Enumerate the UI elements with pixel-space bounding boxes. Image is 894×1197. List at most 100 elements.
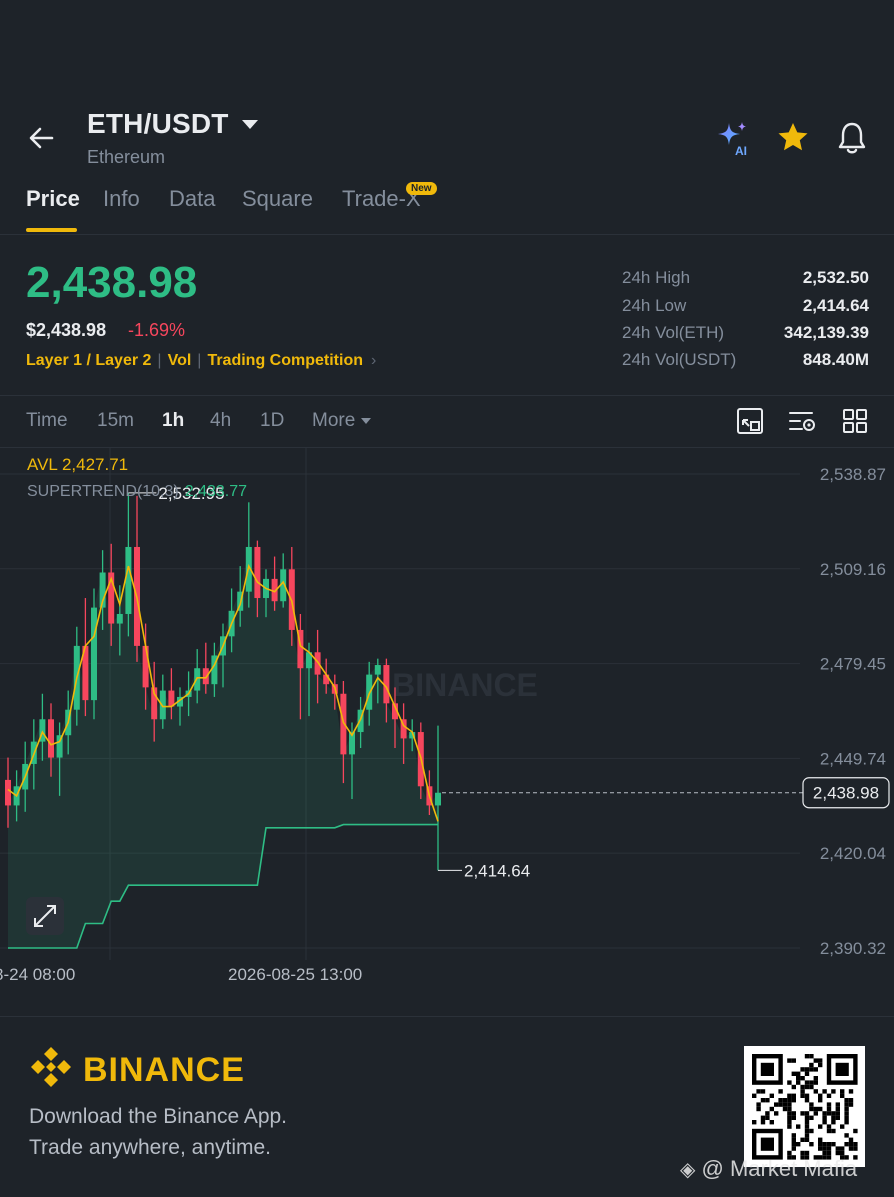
last-price-tag-text: 2,438.98 bbox=[813, 784, 879, 803]
qr-module bbox=[791, 1084, 796, 1090]
qr-module bbox=[796, 1080, 801, 1085]
qr-module bbox=[774, 1111, 779, 1116]
supertrend-value: 2,433.77 bbox=[185, 483, 247, 500]
pair-name: Ethereum bbox=[87, 147, 166, 167]
qr-module bbox=[813, 1076, 818, 1081]
qr-module bbox=[796, 1071, 801, 1076]
candle-body bbox=[159, 690, 166, 720]
qr-module bbox=[848, 1137, 854, 1142]
qr-module bbox=[787, 1115, 792, 1120]
divider bbox=[0, 395, 894, 396]
qr-module bbox=[800, 1076, 805, 1081]
qr-module bbox=[844, 1098, 849, 1103]
interval-1d[interactable]: 1D bbox=[260, 410, 284, 432]
qr-module bbox=[818, 1137, 823, 1142]
qr-module bbox=[800, 1150, 805, 1156]
chart-expand-button[interactable] bbox=[735, 406, 765, 436]
qr-module bbox=[791, 1137, 796, 1142]
qr-module bbox=[809, 1054, 814, 1059]
qr-module bbox=[804, 1067, 810, 1072]
qr-module bbox=[848, 1089, 854, 1094]
y-tick-label: 2,509.16 bbox=[820, 560, 886, 579]
qr-module bbox=[804, 1084, 810, 1090]
divider bbox=[0, 234, 894, 235]
qr-module bbox=[809, 1115, 814, 1120]
tab-info[interactable]: Info bbox=[103, 186, 140, 212]
supertrend-indicator-label: SUPERTREND(10,3) 2,433.77 bbox=[27, 483, 247, 500]
qr-module bbox=[818, 1146, 823, 1151]
qr-module bbox=[782, 1106, 788, 1112]
tag-vol[interactable]: Vol bbox=[168, 352, 192, 369]
chevron-down-icon[interactable] bbox=[242, 120, 258, 129]
qr-module bbox=[804, 1098, 810, 1103]
qr-module bbox=[844, 1102, 849, 1107]
qr-module bbox=[835, 1111, 840, 1116]
qr-module bbox=[809, 1084, 814, 1090]
chart-settings-button[interactable] bbox=[788, 406, 818, 436]
qr-module bbox=[818, 1058, 823, 1063]
qr-module bbox=[756, 1102, 761, 1107]
price-alert-button[interactable] bbox=[834, 120, 870, 156]
qr-module bbox=[853, 1146, 858, 1151]
interval-more[interactable]: More bbox=[312, 410, 372, 432]
price-chart[interactable]: 2,538.87 2,509.16 2,479.45 2,449.74 2,420.04… bbox=[0, 448, 894, 1016]
qr-module bbox=[809, 1102, 814, 1107]
back-button[interactable] bbox=[24, 120, 60, 156]
candle-body bbox=[340, 693, 347, 755]
tab-data[interactable]: Data bbox=[169, 186, 215, 212]
qr-module bbox=[791, 1058, 796, 1063]
tag-row: Layer 1 / Layer 2 | Vol | Trading Competitio… bbox=[26, 352, 377, 369]
qr-module bbox=[840, 1093, 845, 1098]
qr-module bbox=[831, 1120, 836, 1125]
qr-module bbox=[791, 1093, 796, 1098]
interval-1h[interactable]: 1h bbox=[162, 410, 184, 432]
qr-module bbox=[853, 1142, 858, 1147]
fullscreen-button[interactable] bbox=[26, 897, 64, 935]
qr-module bbox=[800, 1084, 805, 1090]
qr-module bbox=[809, 1142, 814, 1147]
qr-module bbox=[791, 1111, 796, 1116]
interval-time[interactable]: Time bbox=[26, 410, 68, 432]
tag-campaign[interactable]: Trading Competition bbox=[207, 352, 363, 369]
qr-module bbox=[782, 1102, 788, 1107]
watermark-diamond-icon: ◈ bbox=[680, 1159, 696, 1181]
qr-module bbox=[826, 1150, 832, 1156]
qr-module bbox=[787, 1102, 792, 1107]
qr-module bbox=[826, 1128, 832, 1134]
qr-module bbox=[835, 1062, 849, 1076]
qr-module bbox=[791, 1146, 796, 1151]
supertrend-area bbox=[8, 546, 438, 948]
qr-module bbox=[826, 1111, 832, 1116]
stat-value-high: 2,532.50 bbox=[802, 268, 869, 287]
qr-module bbox=[844, 1120, 849, 1125]
qr-module bbox=[848, 1098, 854, 1103]
qr-module bbox=[787, 1098, 792, 1103]
candle-body bbox=[48, 719, 54, 758]
source-watermark: ◈ @ Market Mafia bbox=[680, 1156, 857, 1182]
tab-price[interactable]: Price bbox=[26, 186, 80, 212]
candle-body bbox=[125, 546, 132, 614]
qr-module bbox=[804, 1111, 810, 1116]
tab-square[interactable]: Square bbox=[242, 186, 313, 212]
chevron-right-icon[interactable]: › bbox=[371, 352, 376, 369]
qr-module bbox=[826, 1142, 832, 1147]
qr-module bbox=[800, 1137, 805, 1142]
qr-module bbox=[800, 1093, 805, 1098]
qr-module bbox=[765, 1111, 770, 1116]
qr-module bbox=[840, 1146, 845, 1151]
ai-assistant-button[interactable]: AI bbox=[715, 120, 755, 158]
qr-module bbox=[804, 1071, 810, 1076]
interval-4h[interactable]: 4h bbox=[210, 410, 231, 432]
pair-title[interactable]: ETH/USDT bbox=[87, 108, 229, 140]
new-badge: New bbox=[406, 182, 437, 195]
layout-grid-button[interactable] bbox=[840, 406, 870, 436]
interval-15m[interactable]: 15m bbox=[97, 410, 134, 432]
x-tick-label: 8-24 08:00 bbox=[0, 965, 75, 984]
qr-module bbox=[813, 1106, 818, 1112]
tag-category[interactable]: Layer 1 / Layer 2 bbox=[26, 352, 151, 369]
qr-module bbox=[853, 1128, 858, 1134]
qr-module bbox=[826, 1106, 832, 1112]
qr-module bbox=[844, 1106, 849, 1112]
qr-module bbox=[760, 1137, 774, 1151]
favorite-button[interactable] bbox=[775, 120, 811, 156]
